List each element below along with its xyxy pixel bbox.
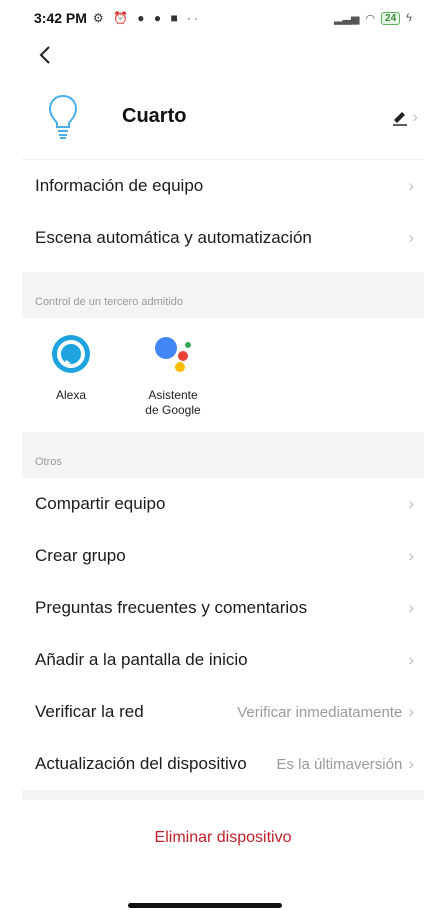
chevron-right-icon: › bbox=[408, 546, 414, 565]
assistant-label: Alexa bbox=[55, 388, 87, 402]
chevron-right-icon: › bbox=[412, 106, 418, 126]
row-device-info[interactable]: Información de equipo › bbox=[22, 160, 424, 212]
row-label: Escena automática y automatización bbox=[35, 228, 312, 247]
row-create-group[interactable]: Crear grupo › bbox=[22, 530, 424, 582]
status-right: ▂▃▅ ◠ 24 ϟ bbox=[334, 11, 412, 25]
device-header: Cuarto › bbox=[22, 74, 424, 160]
row-label: Verificar la red bbox=[35, 702, 144, 721]
chevron-right-icon: › bbox=[408, 228, 414, 247]
row-label: Crear grupo bbox=[35, 546, 126, 565]
notification-icons: ⚙ ⏰ ● ● ■ ·· bbox=[92, 11, 202, 25]
chevron-right-icon: › bbox=[408, 650, 414, 669]
row-label: Actualización del dispositivo bbox=[35, 754, 247, 773]
status-bar: 3:42 PM ⚙ ⏰ ● ● ■ ·· ▂▃▅ ◠ 24 ϟ bbox=[22, 0, 424, 36]
delete-device-button[interactable]: Eliminar dispositivo bbox=[155, 829, 292, 847]
section-title: Otros bbox=[35, 456, 62, 468]
edit-name-button[interactable]: › bbox=[390, 107, 418, 127]
status-time: 3:42 PM bbox=[34, 10, 87, 26]
device-name: Cuarto bbox=[122, 105, 187, 127]
delete-row: Eliminar dispositivo bbox=[22, 800, 424, 876]
wifi-icon: ◠ bbox=[365, 12, 376, 25]
home-indicator[interactable] bbox=[128, 903, 282, 908]
signal-icon: ▂▃▅ bbox=[334, 12, 360, 25]
section-divider bbox=[22, 790, 424, 800]
chevron-right-icon: › bbox=[408, 598, 414, 617]
google-assistant-tile[interactable]: Asistente de Google bbox=[140, 334, 206, 432]
back-button[interactable] bbox=[22, 36, 424, 74]
others-header: Otros bbox=[22, 432, 424, 478]
row-value: Verificar inmediatamente bbox=[237, 703, 403, 721]
assistant-list: Alexa Asistente de Google bbox=[22, 318, 424, 432]
row-faq[interactable]: Preguntas frecuentes y comentarios › bbox=[22, 582, 424, 634]
third-party-header: Control de un tercero admitido bbox=[22, 272, 424, 318]
row-value: Es la últimaversión bbox=[276, 755, 403, 773]
row-check-network[interactable]: Verificar la red Verificar inmediatament… bbox=[22, 686, 424, 738]
battery-icon: 24 bbox=[381, 11, 401, 25]
section-title: Control de un tercero admitido bbox=[35, 296, 183, 308]
google-assistant-icon bbox=[155, 337, 191, 372]
chevron-right-icon: › bbox=[408, 176, 414, 195]
charging-icon: ϟ bbox=[406, 12, 412, 24]
row-add-to-home[interactable]: Añadir a la pantalla de inicio › bbox=[22, 634, 424, 686]
row-label: Preguntas frecuentes y comentarios bbox=[35, 598, 308, 617]
row-firmware-update[interactable]: Actualización del dispositivo Es la últi… bbox=[22, 738, 424, 790]
chevron-right-icon: › bbox=[408, 494, 414, 513]
device-settings-screen: 3:42 PM ⚙ ⏰ ● ● ■ ·· ▂▃▅ ◠ 24 ϟ Cuarto ›… bbox=[22, 0, 424, 910]
row-label: Compartir equipo bbox=[35, 494, 166, 513]
chevron-right-icon: › bbox=[408, 702, 414, 721]
row-share-device[interactable]: Compartir equipo › bbox=[22, 478, 424, 530]
left-edge bbox=[0, 0, 22, 910]
row-label: Información de equipo bbox=[35, 176, 204, 195]
pencil-icon bbox=[393, 111, 408, 126]
row-automation[interactable]: Escena automática y automatización › bbox=[22, 212, 424, 264]
assistant-label: Asistente de Google bbox=[145, 388, 201, 417]
chevron-right-icon: › bbox=[408, 754, 414, 773]
alexa-tile[interactable]: Alexa bbox=[38, 334, 104, 432]
bulb-icon bbox=[48, 94, 78, 139]
row-label: Añadir a la pantalla de inicio bbox=[35, 650, 248, 669]
alexa-icon bbox=[52, 335, 90, 373]
chevron-left-icon bbox=[39, 46, 50, 64]
